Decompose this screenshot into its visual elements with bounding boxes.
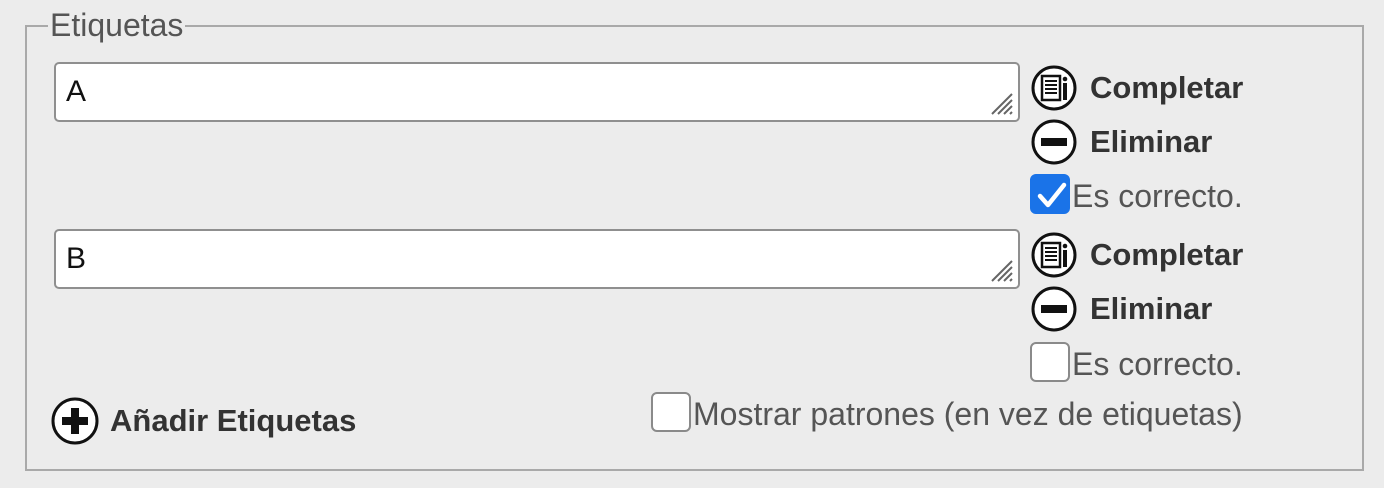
- delete-button-a[interactable]: Eliminar: [1030, 117, 1212, 167]
- correct-label: Es correcto.: [1072, 346, 1243, 382]
- show-patterns-checkbox[interactable]: [651, 392, 691, 432]
- checkmark-icon: [1037, 182, 1067, 208]
- complete-label: Completar: [1090, 70, 1244, 105]
- correct-label: Es correcto.: [1072, 178, 1243, 214]
- delete-label: Eliminar: [1090, 124, 1213, 159]
- minus-circle-icon: [1031, 119, 1077, 165]
- complete-label: Completar: [1090, 237, 1244, 272]
- correct-option-b: Es correcto.: [1030, 336, 1243, 382]
- resize-grip-icon[interactable]: [988, 90, 1014, 116]
- document-list-icon: [1031, 232, 1077, 278]
- label-textarea-b[interactable]: B: [54, 229, 1020, 289]
- fieldset-legend: Etiquetas: [48, 7, 186, 43]
- correct-option-a: Es correcto.: [1030, 168, 1243, 214]
- minus-circle-icon: [1031, 286, 1077, 332]
- complete-button-b[interactable]: Completar: [1030, 230, 1243, 280]
- plus-circle-icon: [51, 397, 99, 445]
- show-patterns-label: Mostrar patrones (en vez de etiquetas): [693, 396, 1243, 432]
- document-list-icon: [1031, 65, 1077, 111]
- add-labels-button[interactable]: Añadir Etiquetas: [50, 396, 356, 446]
- resize-grip-icon[interactable]: [988, 257, 1014, 283]
- label-textarea-a[interactable]: A: [54, 62, 1020, 122]
- complete-button-a[interactable]: Completar: [1030, 63, 1243, 113]
- correct-checkbox-a[interactable]: [1030, 174, 1070, 214]
- delete-button-b[interactable]: Eliminar: [1030, 284, 1212, 334]
- delete-label: Eliminar: [1090, 291, 1213, 326]
- label-textarea-value: B: [66, 242, 87, 275]
- add-labels-label: Añadir Etiquetas: [110, 403, 357, 438]
- show-patterns-option: Mostrar patrones (en vez de etiquetas): [651, 392, 1243, 432]
- correct-checkbox-b[interactable]: [1030, 342, 1070, 382]
- label-textarea-value: A: [66, 75, 87, 108]
